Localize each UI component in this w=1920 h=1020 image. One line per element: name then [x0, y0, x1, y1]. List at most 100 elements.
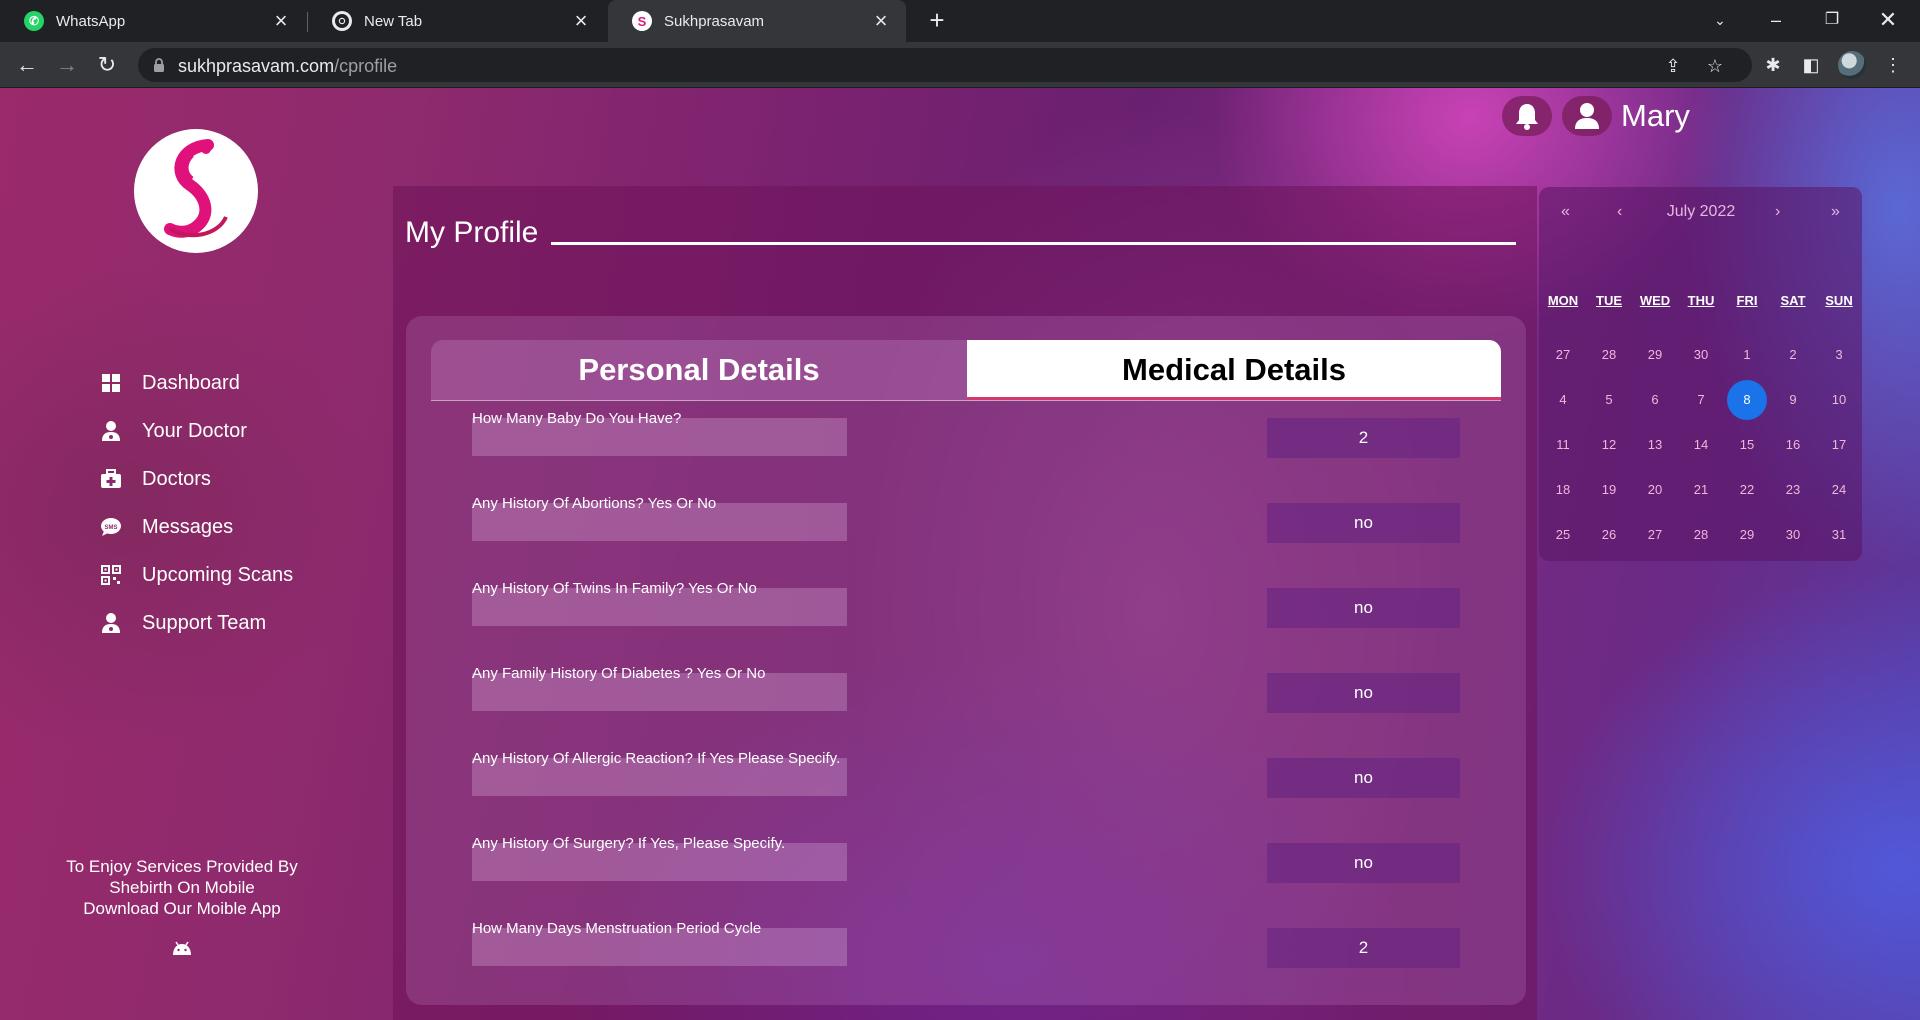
sidebar-item-label: Doctors: [142, 467, 211, 490]
next-year-button[interactable]: »: [1831, 203, 1840, 221]
question-row: Any History Of Surgery? If Yes, Please S…: [431, 827, 1501, 887]
browser-tab-whatsapp[interactable]: ✆ WhatsApp ×: [0, 0, 306, 42]
grid-icon: [100, 372, 122, 394]
sidebar-item-dashboard[interactable]: Dashboard: [100, 368, 240, 398]
calendar-day[interactable]: 28: [1681, 515, 1721, 555]
answer-field[interactable]: no: [1267, 673, 1460, 713]
question-row: Any History Of Abortions? Yes Or No no: [431, 487, 1501, 547]
tab-personal-details[interactable]: Personal Details: [431, 340, 967, 400]
answer-field[interactable]: no: [1267, 843, 1460, 883]
tab-title: Sukhprasavam: [664, 12, 765, 30]
calendar-day[interactable]: 26: [1589, 515, 1629, 555]
sidebar-item-support-team[interactable]: Support Team: [100, 608, 266, 638]
url-text: sukhprasavam.com/cprofile: [178, 56, 397, 77]
calendar-day[interactable]: 29: [1635, 335, 1675, 375]
tab-medical-details[interactable]: Medical Details: [967, 340, 1501, 400]
side-panel-icon[interactable]: ◧: [1798, 52, 1824, 78]
profile-tabs: Personal Details Medical Details: [431, 340, 1501, 400]
calendar-day[interactable]: 13: [1635, 425, 1675, 465]
extensions-icon[interactable]: ✱: [1760, 52, 1786, 78]
calendar-day[interactable]: 24: [1819, 470, 1859, 510]
answer-field[interactable]: no: [1267, 588, 1460, 628]
calendar-day[interactable]: 23: [1773, 470, 1813, 510]
sidebar-item-upcoming-scans[interactable]: Upcoming Scans: [100, 560, 293, 590]
calendar-day[interactable]: 22: [1727, 470, 1767, 510]
calendar-day[interactable]: 6: [1635, 380, 1675, 420]
address-bar[interactable]: sukhprasavam.com/cprofile ⇪ ☆: [138, 48, 1752, 82]
close-tab-icon[interactable]: ×: [270, 10, 292, 32]
calendar-day[interactable]: 11: [1543, 425, 1583, 465]
promo-line: To Enjoy Services Provided By: [66, 857, 298, 876]
back-button[interactable]: ←: [12, 50, 42, 80]
calendar-day[interactable]: 14: [1681, 425, 1721, 465]
calendar-day[interactable]: 29: [1727, 515, 1767, 555]
close-window-button[interactable]: ✕: [1860, 0, 1916, 42]
sidebar-item-doctors[interactable]: Doctors: [100, 464, 211, 494]
close-tab-icon[interactable]: ×: [870, 10, 892, 32]
calendar-day[interactable]: 10: [1819, 380, 1859, 420]
calendar-day[interactable]: 15: [1727, 425, 1767, 465]
username[interactable]: Mary: [1621, 96, 1690, 136]
bookmark-star-icon[interactable]: ☆: [1704, 56, 1726, 76]
answer-field[interactable]: no: [1267, 503, 1460, 543]
calendar-day[interactable]: 4: [1543, 380, 1583, 420]
calendar-day[interactable]: 8: [1727, 380, 1767, 420]
calendar-day[interactable]: 28: [1589, 335, 1629, 375]
calendar-day[interactable]: 27: [1543, 335, 1583, 375]
sidebar-item-label: Dashboard: [142, 371, 240, 394]
question-text: How Many Baby Do You Have?: [472, 410, 682, 427]
prev-month-button[interactable]: ‹: [1617, 203, 1622, 221]
answer-field[interactable]: 2: [1267, 928, 1460, 968]
android-icon[interactable]: [171, 940, 193, 956]
question-row: Any History Of Allergic Reaction? If Yes…: [431, 742, 1501, 802]
calendar-day[interactable]: 30: [1681, 335, 1721, 375]
calendar-day[interactable]: 31: [1819, 515, 1859, 555]
forward-button[interactable]: →: [52, 50, 82, 80]
sukhprasavam-icon: S: [632, 11, 652, 31]
calendar-day[interactable]: 25: [1543, 515, 1583, 555]
url-path: /cprofile: [334, 56, 398, 76]
calendar-day[interactable]: 5: [1589, 380, 1629, 420]
browser-tab-new-tab[interactable]: New Tab ×: [308, 0, 606, 42]
calendar-day[interactable]: 27: [1635, 515, 1675, 555]
calendar-widget: « ‹ July 2022 › » MON TUE WED THU FRI SA…: [1539, 187, 1862, 561]
calendar-day[interactable]: 30: [1773, 515, 1813, 555]
calendar-day[interactable]: 1: [1727, 335, 1767, 375]
calendar-month-label[interactable]: July 2022: [1665, 203, 1737, 221]
minimize-button[interactable]: –: [1748, 0, 1804, 42]
calendar-day[interactable]: 16: [1773, 425, 1813, 465]
sidebar-item-your-doctor[interactable]: Your Doctor: [100, 416, 247, 446]
calendar-day[interactable]: 17: [1819, 425, 1859, 465]
answer-field[interactable]: no: [1267, 758, 1460, 798]
tab-search-icon[interactable]: ⌄: [1692, 0, 1748, 42]
medical-questions-list[interactable]: How Many Baby Do You Have? 2 Any History…: [431, 402, 1501, 978]
page-title: My Profile: [405, 216, 539, 249]
profile-avatar[interactable]: [1838, 51, 1866, 79]
main-panel: My Profile Personal Details Medical Deta…: [393, 186, 1537, 1020]
notifications-button[interactable]: [1502, 96, 1552, 136]
calendar-weekdays: MON TUE WED THU FRI SAT SUN: [1539, 293, 1862, 311]
calendar-day[interactable]: 18: [1543, 470, 1583, 510]
calendar-day[interactable]: 9: [1773, 380, 1813, 420]
new-tab-button[interactable]: +: [922, 6, 952, 36]
lock-icon[interactable]: [152, 57, 166, 73]
menu-icon[interactable]: ⋮: [1880, 52, 1906, 78]
sidebar-item-messages[interactable]: SMS Messages: [100, 512, 233, 542]
calendar-day[interactable]: 19: [1589, 470, 1629, 510]
calendar-day[interactable]: 12: [1589, 425, 1629, 465]
answer-field[interactable]: 2: [1267, 418, 1460, 458]
close-tab-icon[interactable]: ×: [570, 10, 592, 32]
next-month-button[interactable]: ›: [1775, 203, 1780, 221]
calendar-day[interactable]: 20: [1635, 470, 1675, 510]
calendar-day[interactable]: 7: [1681, 380, 1721, 420]
user-avatar-button[interactable]: [1562, 96, 1612, 136]
reload-button[interactable]: ↻: [92, 50, 122, 80]
prev-year-button[interactable]: «: [1561, 203, 1570, 221]
calendar-day[interactable]: 21: [1681, 470, 1721, 510]
restore-button[interactable]: ❐: [1804, 0, 1860, 42]
calendar-day[interactable]: 2: [1773, 335, 1813, 375]
calendar-day[interactable]: 3: [1819, 335, 1859, 375]
browser-tab-sukhprasavam[interactable]: S Sukhprasavam ×: [608, 0, 906, 42]
sukhprasavam-logo[interactable]: [134, 129, 258, 253]
share-icon[interactable]: ⇪: [1662, 56, 1684, 76]
